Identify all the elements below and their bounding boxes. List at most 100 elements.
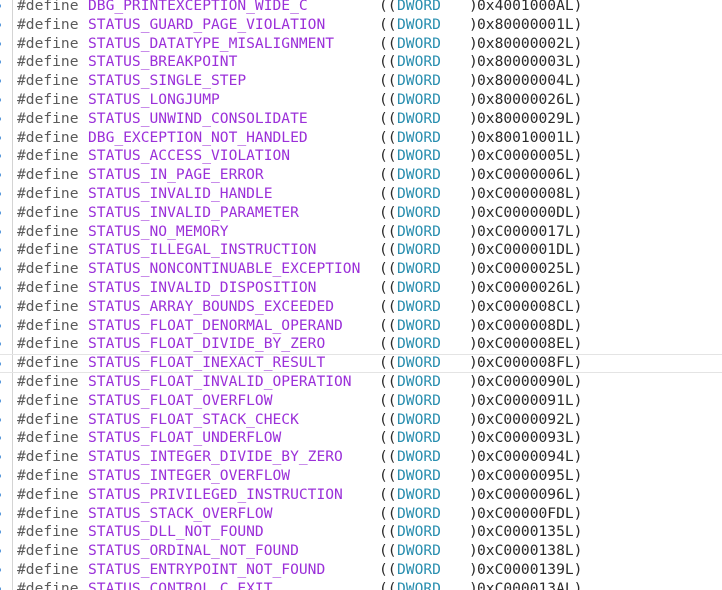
fold-marker-icon[interactable] [0,549,1,554]
code-line[interactable]: #define DBG_PRINTEXCEPTION_WIDE_C((DWORD)… [0,0,722,16]
code-line[interactable]: #define STATUS_ARRAY_BOUNDS_EXCEEDED ((DWO… [0,298,722,317]
macro-name: STATUS_BREAKPOINT [88,53,238,71]
code-line[interactable]: #define STATUS_BREAKPOINT((DWORD) 0x800000… [0,53,722,72]
fold-marker-icon[interactable] [0,285,1,290]
code-line[interactable]: #define STATUS_FLOAT_DIVIDE_BY_ZERO ((DWOR… [0,335,722,354]
fold-marker-icon[interactable] [0,60,1,65]
fold-marker-icon[interactable] [0,323,1,328]
open-paren: (( [379,0,397,14]
fold-marker-icon[interactable] [0,248,1,253]
code-line[interactable]: #define STATUS_ORDINAL_NOT_FOUND((DWORD) 0… [0,542,722,561]
open-paren: (( [379,448,397,466]
code-line[interactable]: #define STATUS_FLOAT_OVERFLOW((DWORD) 0xC0… [0,392,722,411]
fold-marker-icon[interactable] [0,191,1,196]
fold-marker-icon[interactable] [0,530,1,535]
macro-value: 0xC0000092L) [477,410,583,428]
fold-marker-icon[interactable] [0,79,1,84]
open-paren: (( [379,354,397,372]
code-line[interactable]: #define STATUS_LONGJUMP((DWORD) 0x80000026… [0,91,722,110]
macro-name: STATUS_STACK_OVERFLOW [88,504,273,522]
code-line[interactable]: #define STATUS_CONTROL_C_EXIT((DWORD) 0xC0… [0,580,722,590]
code-editor[interactable]: #define DBG_PRINTEXCEPTION_WIDE_C((DWORD)… [0,0,722,590]
fold-marker-icon[interactable] [0,173,1,178]
define-keyword: #define [17,90,79,108]
macro-name: STATUS_INVALID_DISPOSITION [88,278,317,296]
fold-marker-icon[interactable] [0,97,1,102]
code-line[interactable]: #define STATUS_STACK_OVERFLOW((DWORD) 0xC0… [0,505,722,524]
code-line[interactable]: #define STATUS_ENTRYPOINT_NOT_FOUND ((DWOR… [0,561,722,580]
define-keyword: #define [17,53,79,71]
code-line[interactable]: #define STATUS_IN_PAGE_ERROR((DWORD) 0xC00… [0,166,722,185]
fold-marker-icon[interactable] [0,417,1,422]
code-line[interactable]: #define DBG_EXCEPTION_NOT_HANDLED((DWORD)… [0,129,722,148]
macro-name: STATUS_FLOAT_INVALID_OPERATION [88,372,352,390]
code-line[interactable]: #define STATUS_ILLEGAL_INSTRUCTION ((DWORD… [0,241,722,260]
open-paren: (( [379,335,397,353]
code-line[interactable]: #define STATUS_INVALID_PARAMETER((DWORD) 0… [0,204,722,223]
code-line[interactable]: #define STATUS_DLL_NOT_FOUND((DWORD) 0xC00… [0,523,722,542]
code-line[interactable]: #define STATUS_FLOAT_DENORMAL_OPERAND ((DW… [0,317,722,336]
open-paren: (( [379,34,397,52]
type-name: DWORD [397,222,441,240]
macro-name: STATUS_INTEGER_DIVIDE_BY_ZERO [88,448,343,466]
fold-marker-icon[interactable] [0,116,1,121]
macro-name: STATUS_IN_PAGE_ERROR [88,166,264,184]
code-line[interactable]: #define STATUS_UNWIND_CONSOLIDATE((DWORD)… [0,110,722,129]
fold-marker-icon[interactable] [0,492,1,497]
define-keyword: #define [17,542,79,560]
code-line[interactable]: #define STATUS_DATATYPE_MISALIGNMENT ((DWO… [0,35,722,54]
macro-name: STATUS_ILLEGAL_INSTRUCTION [88,241,317,259]
fold-marker-icon[interactable] [0,342,1,347]
fold-marker-icon[interactable] [0,41,1,46]
fold-marker-icon[interactable] [0,455,1,460]
fold-marker-icon[interactable] [0,362,1,367]
fold-marker-icon[interactable] [0,511,1,516]
fold-marker-icon[interactable] [0,154,1,159]
type-name: DWORD [397,560,441,578]
define-keyword: #define [17,504,79,522]
code-lines[interactable]: #define DBG_PRINTEXCEPTION_WIDE_C((DWORD)… [0,0,722,590]
fold-marker-icon[interactable] [0,436,1,441]
fold-marker-icon[interactable] [0,135,1,140]
code-line[interactable]: #define STATUS_FLOAT_STACK_CHECK((DWORD) 0… [0,411,722,430]
fold-marker-icon[interactable] [0,567,1,572]
macro-value: 0x4001000AL) [477,0,583,14]
macro-name: STATUS_PRIVILEGED_INSTRUCTION [88,485,343,503]
fold-marker-icon[interactable] [0,22,1,27]
open-paren: (( [379,72,397,90]
code-line[interactable]: #define STATUS_SINGLE_STEP((DWORD) 0x80000… [0,72,722,91]
macro-value: 0xC00000FDL) [477,504,583,522]
fold-marker-icon[interactable] [0,379,1,384]
code-line[interactable]: #define STATUS_INTEGER_OVERFLOW((DWORD) 0x… [0,467,722,486]
fold-marker-icon[interactable] [0,398,1,403]
code-line[interactable]: #define STATUS_PRIVILEGED_INSTRUCTION ((DW… [0,486,722,505]
type-name: DWORD [397,466,441,484]
macro-value: 0xC0000138L) [477,542,583,560]
current-code-line[interactable]: #define STATUS_FLOAT_INEXACT_RESULT ((DWOR… [0,354,722,373]
code-line[interactable]: #define STATUS_INTEGER_DIVIDE_BY_ZERO ((DW… [0,448,722,467]
code-line[interactable]: #define STATUS_GUARD_PAGE_VIOLATION ((DWOR… [0,16,722,35]
fold-marker-icon[interactable] [0,229,1,234]
define-keyword: #define [17,316,79,334]
code-line[interactable]: #define STATUS_NO_MEMORY((DWORD) 0xC000001… [0,223,722,242]
code-line[interactable]: #define STATUS_NONCONTINUABLE_EXCEPTION ((… [0,260,722,279]
code-line[interactable]: #define STATUS_FLOAT_UNDERFLOW((DWORD) 0xC… [0,429,722,448]
fold-marker-icon[interactable] [0,304,1,309]
macro-value: 0x80000003L) [477,53,583,71]
type-name: DWORD [397,147,441,165]
open-paren: (( [379,222,397,240]
fold-marker-icon[interactable] [0,267,1,272]
code-line[interactable]: #define STATUS_INVALID_DISPOSITION ((DWORD… [0,279,722,298]
open-paren: (( [379,429,397,447]
code-line[interactable]: #define STATUS_ACCESS_VIOLATION((DWORD) 0x… [0,147,722,166]
fold-marker-icon[interactable] [0,210,1,215]
macro-value: 0xC000008FL) [477,354,583,372]
macro-value: 0x80010001L) [477,128,583,146]
define-keyword: #define [17,354,79,372]
macro-name: DBG_PRINTEXCEPTION_WIDE_C [88,0,308,14]
code-line[interactable]: #define STATUS_INVALID_HANDLE((DWORD) 0xC0… [0,185,722,204]
fold-marker-icon[interactable] [0,4,1,8]
fold-marker-icon[interactable] [0,473,1,478]
define-keyword: #define [17,297,79,315]
code-line[interactable]: #define STATUS_FLOAT_INVALID_OPERATION ((D… [0,373,722,392]
